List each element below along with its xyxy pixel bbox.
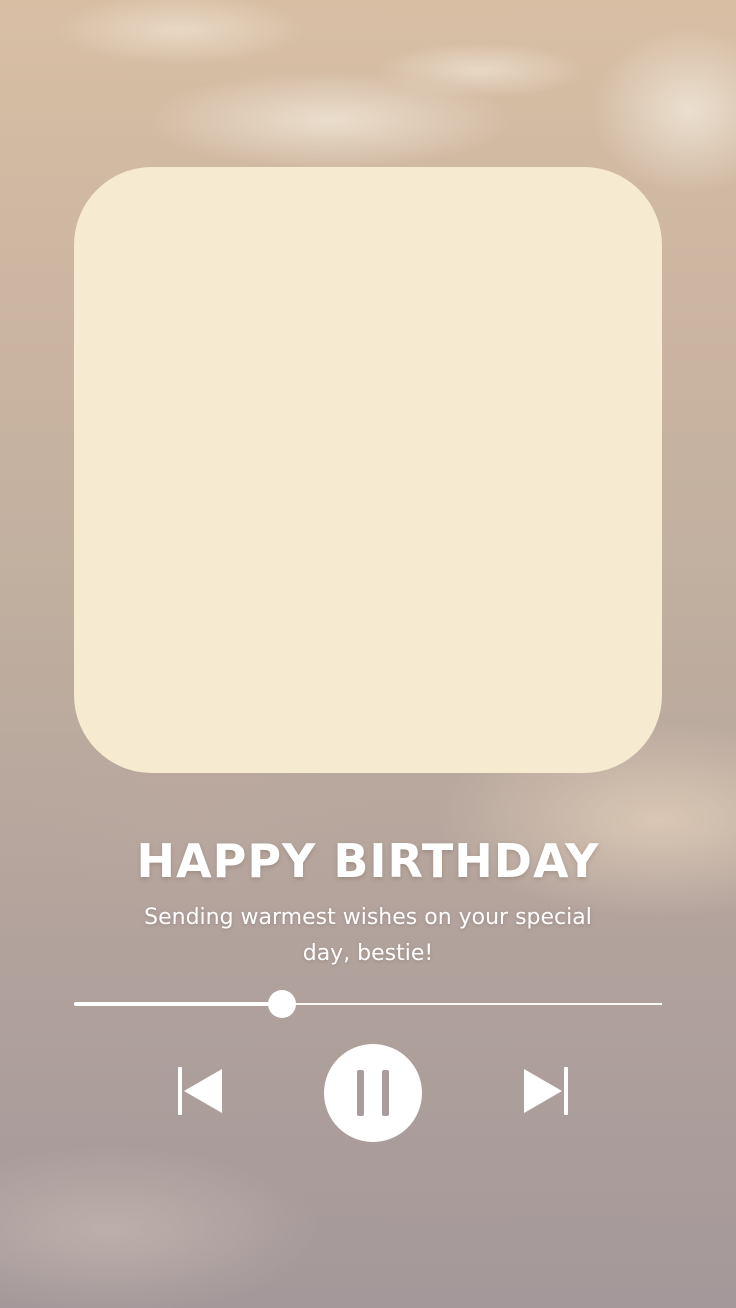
next-button[interactable]	[518, 1064, 574, 1120]
song-title: HAPPY BIRTHDAY	[136, 834, 600, 888]
progress-thumb[interactable]	[268, 990, 297, 1018]
skip-next-icon	[524, 1067, 568, 1115]
pause-button[interactable]	[324, 1044, 422, 1142]
song-subtitle: Sending warmest wishes on your special d…	[144, 905, 592, 966]
music-player-screen: HAPPY BIRTHDAY Sending warmest wishes on…	[0, 0, 736, 1308]
skip-previous-icon	[178, 1067, 222, 1115]
progress-fill	[74, 1002, 283, 1006]
progress-bar[interactable]	[74, 990, 662, 1018]
previous-button[interactable]	[172, 1064, 228, 1120]
album-art-placeholder	[74, 167, 662, 773]
pause-icon	[357, 1070, 389, 1116]
